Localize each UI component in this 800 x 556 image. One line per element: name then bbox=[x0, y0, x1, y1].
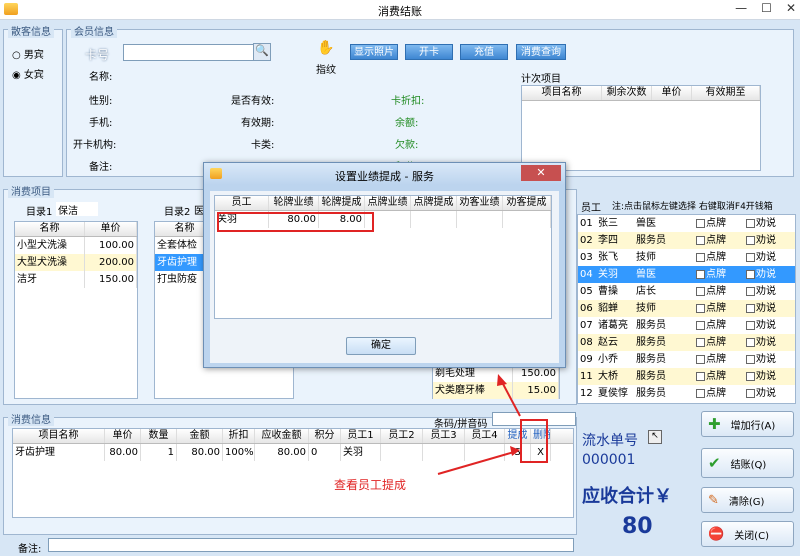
dialog-titlebar: 设置业绩提成 - 服务 ✕ bbox=[204, 163, 565, 185]
ok-button[interactable]: 确定 bbox=[346, 337, 416, 355]
annotation-text: 查看员工提成 bbox=[334, 478, 407, 492]
dialog-row-highlight bbox=[217, 212, 374, 232]
dialog-body: 员工 轮牌业绩 轮牌提成 点牌业绩 点牌提成 劝客业绩 劝客提成 关羽 80.00 8.00 确… bbox=[210, 191, 559, 363]
arrow-head-dialog bbox=[497, 374, 507, 386]
dialog-title: 设置业绩提成 - 服务 bbox=[335, 170, 434, 183]
dialog-close-icon[interactable]: ✕ bbox=[521, 165, 561, 181]
arrow-to-cell bbox=[437, 451, 515, 475]
commission-dialog: 设置业绩提成 - 服务 ✕ 员工 轮牌业绩 轮牌提成 点牌业绩 点牌提成 劝客业绩 劝客提成… bbox=[203, 162, 566, 368]
arrow-to-dialog bbox=[501, 381, 521, 417]
arrow-head-cell bbox=[510, 446, 520, 456]
dialog-table-header: 员工 轮牌业绩 轮牌提成 点牌业绩 点牌提成 劝客业绩 劝客提成 bbox=[215, 196, 551, 211]
